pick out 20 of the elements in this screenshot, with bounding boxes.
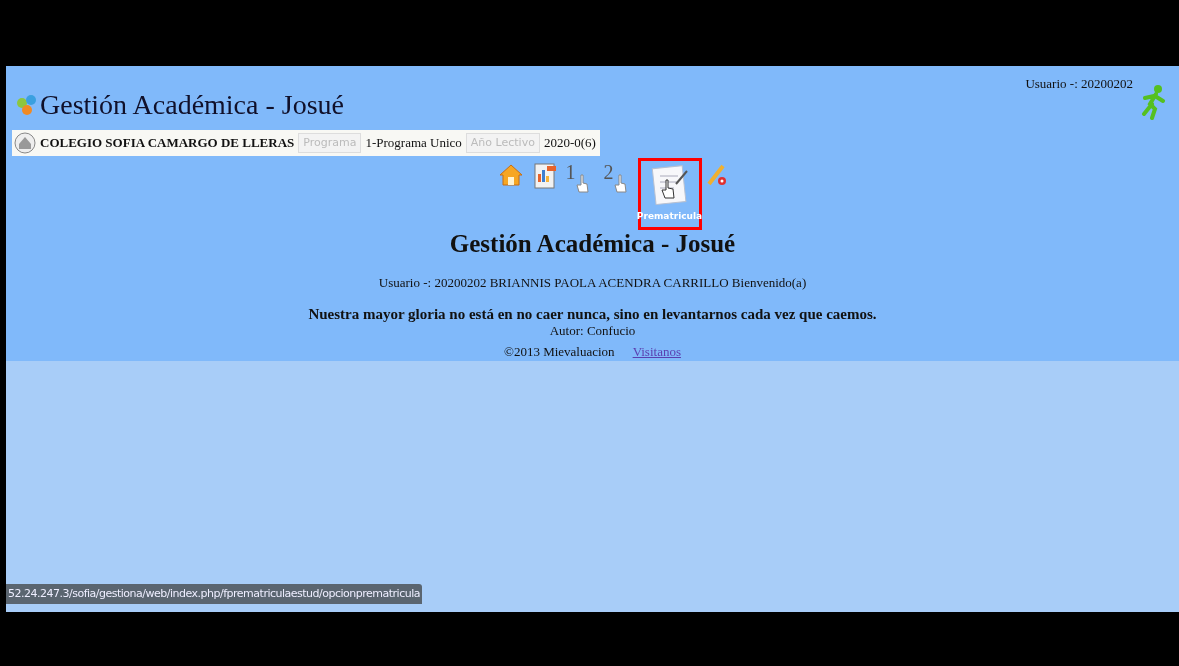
- logo-icon: [14, 93, 38, 117]
- step-number[interactable]: 1: [565, 161, 576, 182]
- welcome-text: Usuario -: 20200202 BRIANNIS PAOLA ACENDRA CARRILLO Bienvenido(a): [378, 274, 807, 292]
- toolbar-item[interactable]: 2: [599, 157, 638, 200]
- author-text: Autor: Confucio: [549, 323, 636, 340]
- pointing-hand-icon[interactable]: [613, 173, 628, 194]
- pointing-hand-icon[interactable]: [575, 173, 590, 194]
- form-with-hand-icon[interactable]: [649, 163, 690, 206]
- toolbar-item[interactable]: 1: [561, 157, 600, 200]
- visitors-link[interactable]: Visitanos: [632, 341, 681, 361]
- page-heading: Gestión Académica - Josué: [449, 228, 736, 259]
- user-label: Usuario -: 20200202: [1025, 75, 1133, 93]
- school-name: COLEGIO SOFIA CAMARGO DE LLERAS: [40, 134, 295, 153]
- app-title: Gestión Académica - Josué: [40, 88, 345, 122]
- year-value: 2020-0(6): [543, 134, 596, 153]
- quote-text: Nuestra mayor gloria no está en no caer nunca, sino en levantarnos cada vez que caemos.: [308, 304, 877, 324]
- status-url: 52.24.247.3/sofia/gestiona/web/index.php/fprematriculaestud/opcionprematricula: [6, 583, 422, 604]
- copyright-text: ©2013 Mievaluacion: [504, 342, 615, 361]
- step-number[interactable]: 2: [603, 161, 614, 182]
- program-value: 1-Programa Unico: [365, 134, 462, 153]
